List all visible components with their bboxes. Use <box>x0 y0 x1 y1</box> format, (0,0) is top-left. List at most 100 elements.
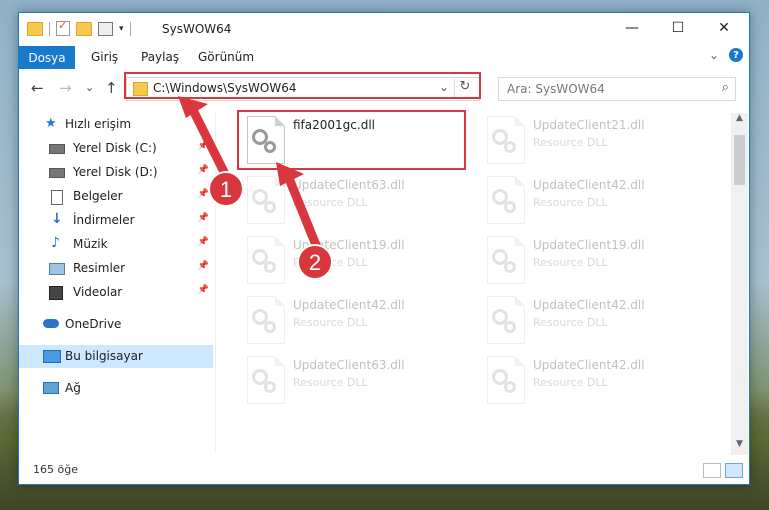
cloud-icon <box>43 319 59 328</box>
tab-share[interactable]: Paylaş <box>141 50 179 64</box>
pin-icon[interactable]: 📌 <box>198 285 209 295</box>
file-name: UpdateClient21.dll <box>533 118 645 132</box>
sidebar-item-label: Resimler <box>73 261 126 275</box>
recent-locations-icon[interactable]: ⌄ <box>85 81 94 94</box>
pane-splitter[interactable] <box>215 113 216 453</box>
maximize-button[interactable]: ☐ <box>655 13 701 43</box>
search-icon[interactable]: ⌕ <box>722 80 729 95</box>
file-item[interactable]: UpdateClient63.dll Resource DLL <box>241 352 471 410</box>
drive-icon <box>49 144 65 154</box>
tab-view[interactable]: Görünüm <box>198 50 254 64</box>
customize-toolbar-dropdown-icon[interactable]: ▾ <box>119 24 124 34</box>
properties-check-icon[interactable] <box>56 19 70 36</box>
vertical-scrollbar[interactable]: ▲ ▼ <box>731 113 748 455</box>
sidebar-item-label: Yerel Disk (C:) <box>73 141 157 155</box>
file-type: Resource DLL <box>533 376 608 389</box>
sidebar-item-label: İndirmeler <box>73 213 135 227</box>
file-name: UpdateClient19.dll <box>293 238 405 252</box>
back-arrow-icon[interactable]: ← <box>31 79 44 97</box>
large-icons-view-icon[interactable] <box>725 463 743 478</box>
pin-icon[interactable]: 📌 <box>198 165 209 175</box>
dll-file-icon <box>247 236 285 284</box>
dll-file-icon <box>247 296 285 344</box>
ribbon-controls: ⌄ ? <box>709 48 743 62</box>
dll-file-icon <box>247 176 285 224</box>
scroll-thumb[interactable] <box>734 135 745 185</box>
file-type: Resource DLL <box>293 316 368 329</box>
computer-icon <box>43 350 61 363</box>
dll-file-icon <box>487 296 525 344</box>
file-item[interactable]: UpdateClient21.dll Resource DLL <box>481 112 711 170</box>
forward-arrow-icon[interactable]: → <box>59 79 72 97</box>
title-bar: ▾ SysWOW64 — ☐ ✕ <box>19 13 749 46</box>
sidebar-item-downloads[interactable]: ↓ İndirmeler 📌 <box>19 209 213 232</box>
file-name: UpdateClient42.dll <box>293 298 405 312</box>
minimize-button[interactable]: — <box>609 13 655 43</box>
dll-file-icon <box>487 356 525 404</box>
ribbon-tabs: Dosya Giriş Paylaş Görünüm ⌄ ? <box>19 46 749 69</box>
search-box[interactable]: Ara: SysWOW64 ⌕ <box>498 77 736 101</box>
tab-file[interactable]: Dosya <box>19 46 75 69</box>
folder-icon <box>27 21 43 36</box>
help-icon[interactable]: ? <box>729 48 743 62</box>
file-item[interactable]: UpdateClient42.dll Resource DLL <box>481 352 711 410</box>
sidebar-item-this-pc[interactable]: Bu bilgisayar <box>19 345 213 368</box>
new-folder-icon[interactable] <box>76 21 92 36</box>
sidebar-item-videos[interactable]: Videolar 📌 <box>19 281 213 304</box>
sidebar-item-drive-d[interactable]: Yerel Disk (D:) 📌 <box>19 161 213 184</box>
file-highlight-box <box>237 110 466 170</box>
file-item[interactable]: UpdateClient19.dll Resource DLL <box>241 232 471 290</box>
file-type: Resource DLL <box>293 196 368 209</box>
music-icon: ♪ <box>51 235 60 251</box>
sidebar-item-label: Müzik <box>73 237 108 251</box>
file-name: UpdateClient42.dll <box>533 298 645 312</box>
pin-icon[interactable]: 📌 <box>198 213 209 223</box>
sidebar-item-onedrive[interactable]: OneDrive <box>19 313 213 336</box>
file-item[interactable]: UpdateClient42.dll Resource DLL <box>481 292 711 350</box>
download-icon: ↓ <box>51 211 63 227</box>
sidebar-item-network[interactable]: Ağ <box>19 377 213 400</box>
toolbar-separator <box>129 21 131 36</box>
file-item[interactable]: UpdateClient63.dll Resource DLL <box>241 172 471 230</box>
tab-home[interactable]: Giriş <box>91 50 118 64</box>
navigation-pane: ★ Hızlı erişim Yerel Disk (C:) 📌 Yerel D… <box>19 113 215 453</box>
properties-icon[interactable] <box>98 21 113 36</box>
pin-icon[interactable]: 📌 <box>198 141 209 151</box>
file-item[interactable]: UpdateClient19.dll Resource DLL <box>481 232 711 290</box>
pin-icon[interactable]: 📌 <box>198 237 209 247</box>
scroll-down-arrow-icon[interactable]: ▼ <box>731 439 748 455</box>
sidebar-item-pictures[interactable]: Resimler 📌 <box>19 257 213 280</box>
expand-ribbon-icon[interactable]: ⌄ <box>709 48 719 62</box>
dll-file-icon <box>487 236 525 284</box>
sidebar-item-music[interactable]: ♪ Müzik 📌 <box>19 233 213 256</box>
pin-icon[interactable]: 📌 <box>198 189 209 199</box>
address-highlight-box <box>124 72 481 99</box>
star-icon: ★ <box>45 116 57 131</box>
scroll-up-arrow-icon[interactable]: ▲ <box>731 113 748 129</box>
close-button[interactable]: ✕ <box>701 13 747 43</box>
file-type: Resource DLL <box>533 256 608 269</box>
videos-icon <box>49 286 63 300</box>
pin-icon[interactable]: 📌 <box>198 261 209 271</box>
window-title: SysWOW64 <box>162 22 232 36</box>
sidebar-item-quick-access[interactable]: ★ Hızlı erişim <box>19 113 213 136</box>
sidebar-item-label: Hızlı erişim <box>65 117 132 131</box>
details-view-icon[interactable] <box>703 463 721 478</box>
sidebar-item-label: Yerel Disk (D:) <box>73 165 158 179</box>
file-name: UpdateClient19.dll <box>533 238 645 252</box>
documents-icon <box>51 190 63 205</box>
up-arrow-icon[interactable]: ↑ <box>105 79 118 97</box>
sidebar-item-label: Videolar <box>73 285 123 299</box>
file-name: UpdateClient63.dll <box>293 178 405 192</box>
file-name: UpdateClient42.dll <box>533 358 645 372</box>
file-type: Resource DLL <box>293 376 368 389</box>
file-item[interactable]: UpdateClient42.dll Resource DLL <box>241 292 471 350</box>
toolbar-separator <box>49 21 50 36</box>
sidebar-item-drive-c[interactable]: Yerel Disk (C:) 📌 <box>19 137 213 160</box>
dll-file-icon <box>247 356 285 404</box>
sidebar-item-documents[interactable]: Belgeler 📌 <box>19 185 213 208</box>
dll-file-icon <box>487 116 525 164</box>
file-item[interactable]: UpdateClient42.dll Resource DLL <box>481 172 711 230</box>
sidebar-item-label: OneDrive <box>65 317 122 331</box>
item-count: 165 öğe <box>33 463 78 476</box>
